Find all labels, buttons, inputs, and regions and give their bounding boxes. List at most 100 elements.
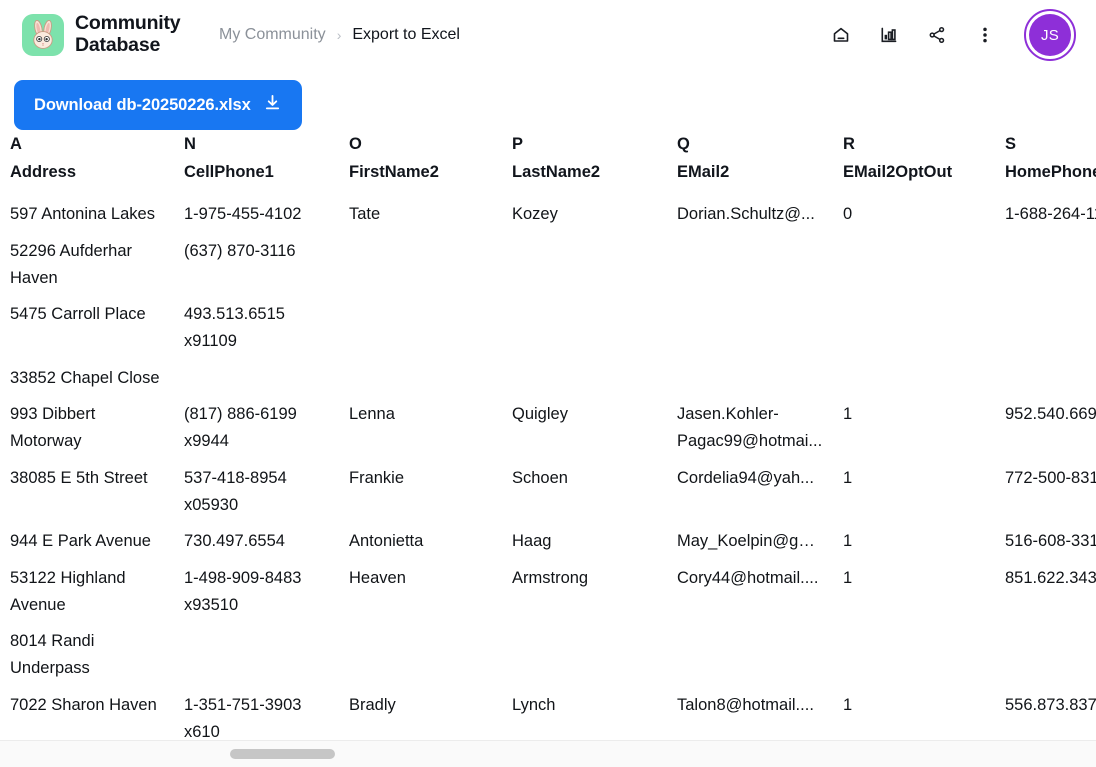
cell-email2: [667, 296, 833, 359]
cell-cellphone1: 1-351-751-3903 x610: [184, 695, 302, 740]
cell-cellphone1: (637) 870-3116: [184, 241, 296, 260]
cell-lastname2: Armstrong: [512, 569, 589, 587]
cell-lastname2: Quigley: [512, 405, 568, 424]
column-name: HomePhone1: [1005, 163, 1096, 182]
cell-email2: Cordelia94@yah...: [677, 468, 814, 487]
column-header-p[interactable]: P LastName2: [502, 130, 667, 196]
cell-email2: [667, 233, 833, 296]
table-row[interactable]: 944 E Park Avenue 730.497.6554 Antoniett…: [0, 523, 1096, 560]
cell-firstname2: Bradly: [349, 695, 396, 714]
cell-email2optout: 0: [843, 205, 853, 224]
cell-email2optout: [833, 233, 995, 296]
cell-email2optout: 1: [843, 532, 853, 551]
cell-homephone1: 556.873.8375: [1005, 695, 1096, 714]
cell-firstname2: [339, 233, 502, 296]
rabbit-logo-icon: [22, 14, 64, 56]
more-vertical-icon[interactable]: [970, 20, 1000, 50]
cell-email2optout: [833, 296, 995, 359]
table-body: 597 Antonina Lakes 1-975-455-4102 Tate K…: [0, 196, 1096, 740]
cell-homephone1: 952.540.6691 x995: [1005, 405, 1096, 424]
cell-address: 5475 Carroll Place: [10, 305, 146, 324]
cell-cellphone1: 1-498-909-8483 x93510: [184, 569, 302, 614]
cell-lastname2: [502, 360, 667, 397]
column-letter: R: [843, 135, 855, 153]
cell-cellphone1: (817) 886-6199 x9944: [184, 405, 297, 451]
cell-email2: [667, 623, 833, 686]
cell-firstname2: Tate: [349, 205, 381, 224]
home-icon[interactable]: [826, 20, 856, 50]
download-xlsx-button[interactable]: Download db-20250226.xlsx: [14, 80, 302, 130]
cell-email2: May_Koelpin@gm...: [677, 532, 826, 551]
cell-email2optout: [833, 623, 995, 686]
cell-firstname2: [339, 296, 502, 359]
brand[interactable]: Community Database: [22, 12, 193, 57]
horizontal-scrollbar-thumb[interactable]: [230, 749, 335, 759]
breadcrumb-separator-icon: ›: [336, 27, 342, 43]
data-table-scroll-region[interactable]: A Address N CellPhone1 O FirstName2 P La…: [0, 130, 1096, 740]
cell-email2optout: 1: [843, 468, 853, 487]
cell-email2: Talon8@hotmail....: [677, 695, 814, 714]
column-name: FirstName2: [349, 163, 439, 182]
column-name: EMail2: [677, 163, 730, 182]
column-header-a[interactable]: A Address: [0, 130, 174, 196]
table-header-row: A Address N CellPhone1 O FirstName2 P La…: [0, 130, 1096, 196]
cell-homephone1: 851.622.3430: [1005, 569, 1096, 587]
cell-firstname2: Antonietta: [349, 532, 424, 551]
cell-cellphone1: 1-975-455-4102: [184, 205, 302, 224]
share-icon[interactable]: [922, 20, 952, 50]
table-row[interactable]: 38085 E 5th Street 537-418-8954 x05930 F…: [0, 460, 1096, 523]
column-name: EMail2OptOut: [843, 163, 953, 182]
cell-email2: Cory44@hotmail....: [677, 569, 819, 587]
download-icon: [263, 93, 282, 117]
column-letter: N: [184, 135, 196, 153]
cell-lastname2: [502, 296, 667, 359]
bar-chart-icon[interactable]: [874, 20, 904, 50]
cell-lastname2: [502, 623, 667, 686]
column-header-s[interactable]: S HomePhone1: [995, 130, 1096, 196]
cell-homephone1: 772-500-8318: [1005, 468, 1096, 487]
cell-lastname2: [502, 233, 667, 296]
column-header-r[interactable]: R EMail2OptOut: [833, 130, 995, 196]
cell-address: 33852 Chapel Close: [10, 368, 160, 387]
column-header-o[interactable]: O FirstName2: [339, 130, 502, 196]
cell-address: 944 E Park Avenue: [10, 532, 151, 551]
cell-homephone1: [995, 360, 1096, 397]
table-row[interactable]: 597 Antonina Lakes 1-975-455-4102 Tate K…: [0, 196, 1096, 233]
breadcrumb-parent[interactable]: My Community: [219, 26, 326, 44]
column-name: Address: [10, 163, 77, 182]
cell-homephone1: [995, 623, 1096, 686]
table-row[interactable]: 993 Dibbert Motorway (817) 886-6199 x994…: [0, 396, 1096, 459]
column-header-n[interactable]: N CellPhone1: [174, 130, 339, 196]
cell-homephone1: 516-608-3316 x89990: [1005, 532, 1096, 551]
cell-address: 8014 Randi Underpass: [10, 632, 95, 678]
table-row[interactable]: 8014 Randi Underpass: [0, 623, 1096, 686]
cell-cellphone1: [174, 360, 339, 397]
column-name: LastName2: [512, 163, 601, 182]
cell-address: 53122 Highland Avenue: [10, 569, 126, 614]
column-letter: Q: [677, 135, 690, 153]
horizontal-scrollbar[interactable]: [0, 740, 1096, 767]
cell-cellphone1: 730.497.6554: [184, 532, 285, 551]
table-row[interactable]: 53122 Highland Avenue 1-498-909-8483 x93…: [0, 560, 1096, 623]
avatar[interactable]: JS: [1024, 9, 1076, 61]
table-row[interactable]: 5475 Carroll Place 493.513.6515 x91109: [0, 296, 1096, 359]
cell-address: 38085 E 5th Street: [10, 468, 148, 487]
cell-address: 597 Antonina Lakes: [10, 205, 155, 224]
cell-firstname2: Lenna: [349, 405, 395, 424]
cell-lastname2: Kozey: [512, 205, 558, 224]
cell-email2optout: 1: [843, 405, 853, 424]
column-header-q[interactable]: Q EMail2: [667, 130, 833, 196]
column-name: CellPhone1: [184, 163, 274, 182]
cell-email2optout: [833, 360, 995, 397]
table-row[interactable]: 7022 Sharon Haven 1-351-751-3903 x610 Br…: [0, 687, 1096, 740]
cell-firstname2: [339, 623, 502, 686]
cell-email2optout: 1: [843, 569, 853, 587]
table-row[interactable]: 33852 Chapel Close: [0, 360, 1096, 397]
export-preview-table: A Address N CellPhone1 O FirstName2 P La…: [0, 130, 1096, 740]
cell-cellphone1: 493.513.6515 x91109: [184, 305, 285, 350]
cell-lastname2: Lynch: [512, 695, 556, 714]
breadcrumb: My Community › Export to Excel: [219, 26, 460, 44]
table-row[interactable]: 52296 Aufderhar Haven (637) 870-3116: [0, 233, 1096, 296]
breadcrumb-current: Export to Excel: [352, 26, 460, 43]
cell-email2: [667, 360, 833, 397]
